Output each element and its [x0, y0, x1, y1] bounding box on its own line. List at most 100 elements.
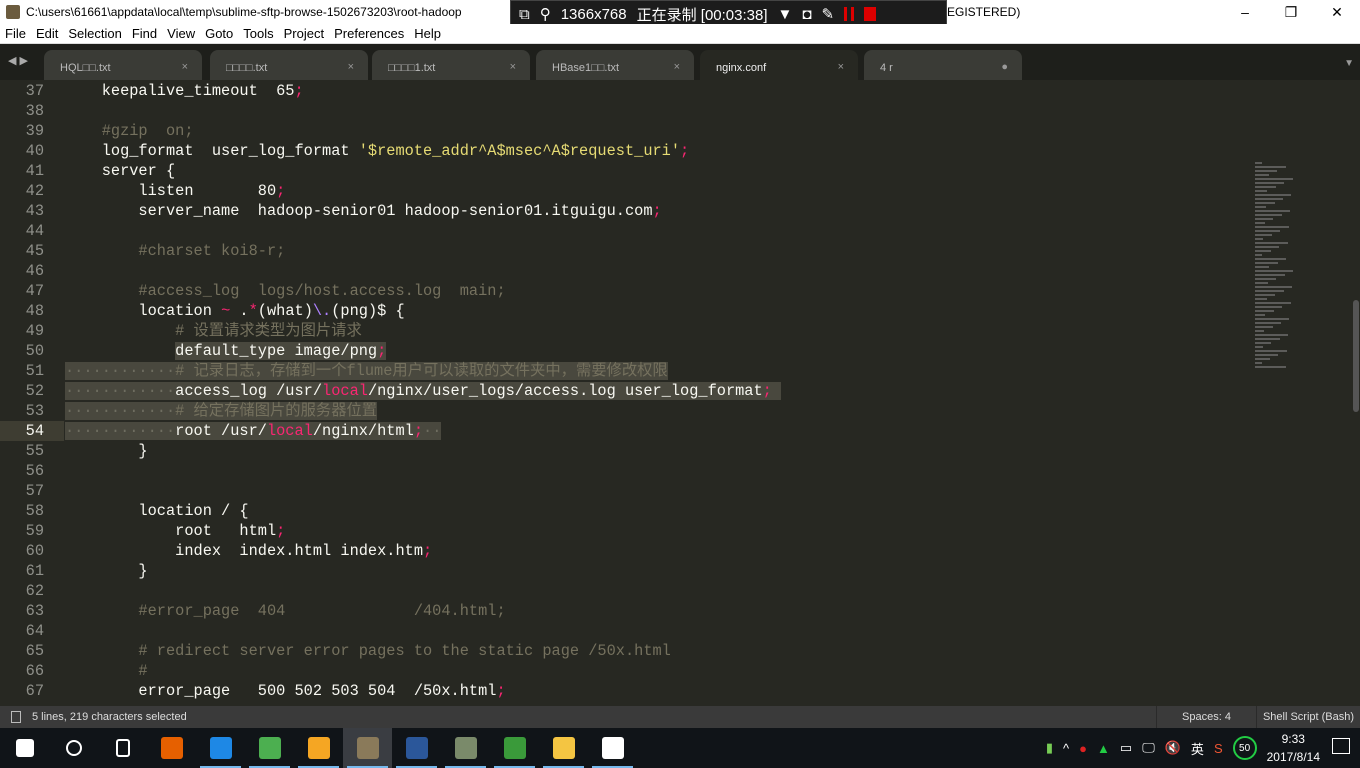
taskbar-app-img[interactable]: [441, 728, 490, 768]
code-line[interactable]: 38: [0, 101, 1250, 121]
tab[interactable]: HBase1□□.txt ×: [536, 50, 694, 80]
taskbar-cortana[interactable]: [49, 728, 98, 768]
battery-icon[interactable]: ▭: [1120, 740, 1132, 756]
code-line[interactable]: 43 server_name hadoop-senior01 hadoop-se…: [0, 201, 1250, 221]
tab-close-icon[interactable]: ×: [348, 61, 354, 73]
zoom-icon[interactable]: ⚲: [540, 5, 551, 23]
code-line[interactable]: 56: [0, 461, 1250, 481]
code-line[interactable]: 55 }: [0, 441, 1250, 461]
menu-file[interactable]: File: [0, 24, 31, 43]
menu-project[interactable]: Project: [279, 24, 329, 43]
clock[interactable]: 9:33 2017/8/14: [1267, 730, 1320, 766]
camera-icon[interactable]: ◘: [802, 6, 811, 23]
taskbar-start[interactable]: [0, 728, 49, 768]
window-icon[interactable]: ⧉: [519, 6, 530, 23]
code-line[interactable]: 51 ············# 记录日志，存储到一个flume用户可以读取的文件…: [0, 361, 1250, 381]
tab-modified-icon[interactable]: ●: [1001, 61, 1008, 73]
code-line[interactable]: 42 listen 80;: [0, 181, 1250, 201]
code-line[interactable]: 64: [0, 621, 1250, 641]
menu-edit[interactable]: Edit: [31, 24, 63, 43]
pause-icon[interactable]: [844, 7, 855, 21]
minimap[interactable]: [1255, 162, 1320, 372]
taskbar-photos[interactable]: [588, 728, 637, 768]
menu-preferences[interactable]: Preferences: [329, 24, 409, 43]
code-line[interactable]: 44: [0, 221, 1250, 241]
tab[interactable]: □□□□.txt ×: [210, 50, 368, 80]
upload-icon[interactable]: ▲: [1097, 741, 1110, 756]
panel-toggle-icon[interactable]: [11, 711, 21, 723]
tab[interactable]: nginx.conf ×: [700, 50, 858, 80]
code-line[interactable]: 58 location / {: [0, 501, 1250, 521]
code-line[interactable]: 45 #charset koi8-r;: [0, 241, 1250, 261]
network-icon[interactable]: 🖵: [1142, 740, 1155, 756]
menu-tools[interactable]: Tools: [238, 24, 278, 43]
code-line[interactable]: 63 #error_page 404 /404.html;: [0, 601, 1250, 621]
syntax-setting[interactable]: Shell Script (Bash): [1256, 706, 1360, 728]
taskbar-file-explorer[interactable]: [539, 728, 588, 768]
tray-badge[interactable]: 50: [1232, 736, 1257, 760]
code-line[interactable]: 37 keepalive_timeout 65;: [0, 81, 1250, 101]
dropdown-icon[interactable]: ▼: [778, 6, 793, 23]
code-line[interactable]: 41 server {: [0, 161, 1250, 181]
tab-close-icon[interactable]: ×: [674, 61, 680, 73]
close-button[interactable]: ✕: [1314, 0, 1360, 24]
scrollbar-thumb[interactable]: [1353, 300, 1359, 412]
code-line[interactable]: 54 ············root /usr/local/nginx/html…: [0, 421, 1250, 441]
record-icon[interactable]: ●: [1079, 741, 1087, 756]
taskbar-sublime-text[interactable]: [343, 728, 392, 768]
code-line[interactable]: 61 }: [0, 561, 1250, 581]
code-line[interactable]: 53 ············# 给定存储图片的服务器位置: [0, 401, 1250, 421]
tab-close-icon[interactable]: ×: [510, 61, 516, 73]
menu-help[interactable]: Help: [409, 24, 446, 43]
tab-close-icon[interactable]: ×: [838, 61, 844, 73]
menu-goto[interactable]: Goto: [200, 24, 238, 43]
code-line[interactable]: 57: [0, 481, 1250, 501]
code-line[interactable]: 39 #gzip on;: [0, 121, 1250, 141]
line-code: #charset koi8-r;: [65, 241, 285, 261]
tab-nav-arrows-icon[interactable]: ◀ ▶: [8, 54, 28, 67]
tab-close-icon[interactable]: ×: [182, 61, 188, 73]
taskbar-app-q[interactable]: [294, 728, 343, 768]
tab-dropdown-icon[interactable]: ▼: [1344, 58, 1354, 69]
taskbar-vc[interactable]: [490, 728, 539, 768]
tab[interactable]: 4 r ●: [864, 50, 1022, 80]
volume-muted-icon[interactable]: 🔇: [1165, 740, 1181, 756]
code-line[interactable]: 48 location ~ .*(what)\.(png)$ {: [0, 301, 1250, 321]
vertical-scrollbar[interactable]: [1352, 160, 1360, 706]
tray-expand-icon[interactable]: ^: [1063, 741, 1069, 756]
notification-center-icon[interactable]: [1332, 738, 1350, 754]
taskbar-firefox[interactable]: [147, 728, 196, 768]
menu-view[interactable]: View: [162, 24, 200, 43]
code-line[interactable]: 66 #: [0, 661, 1250, 681]
tab[interactable]: □□□□1.txt ×: [372, 50, 530, 80]
indentation-setting[interactable]: Spaces: 4: [1156, 706, 1256, 728]
tab[interactable]: HQL□□.txt ×: [44, 50, 202, 80]
menu-find[interactable]: Find: [127, 24, 162, 43]
ime-indicator[interactable]: 英: [1191, 739, 1204, 758]
taskbar-browser-e[interactable]: [245, 728, 294, 768]
code-line[interactable]: 59 root html;: [0, 521, 1250, 541]
usb-icon[interactable]: ▮: [1046, 740, 1053, 756]
code-line[interactable]: 65 # redirect server error pages to the …: [0, 641, 1250, 661]
pen-icon[interactable]: ✎: [821, 5, 834, 23]
code-line[interactable]: 50 default_type image/png;: [0, 341, 1250, 361]
sogou-icon[interactable]: S: [1214, 741, 1223, 756]
code-line[interactable]: 52 ············access_log /usr/local/ngin…: [0, 381, 1250, 401]
line-number: 67: [25, 682, 44, 700]
taskbar-task-view[interactable]: [98, 728, 147, 768]
taskbar-word[interactable]: [392, 728, 441, 768]
code-line[interactable]: 60 index index.html index.htm;: [0, 541, 1250, 561]
code-line[interactable]: 67 error_page 500 502 503 504 /50x.html;: [0, 681, 1250, 701]
code-editor[interactable]: 37 keepalive_timeout 65; 38 39 #gzip on; 40…: [0, 80, 1360, 706]
taskbar-app-m[interactable]: [196, 728, 245, 768]
code-line[interactable]: 49 # 设置请求类型为图片请求: [0, 321, 1250, 341]
code-line[interactable]: 62: [0, 581, 1250, 601]
menu-selection[interactable]: Selection: [63, 24, 126, 43]
maximize-button[interactable]: ❐: [1268, 0, 1314, 24]
minimize-button[interactable]: –: [1222, 0, 1268, 24]
code-line[interactable]: 47 #access_log logs/host.access.log main…: [0, 281, 1250, 301]
stop-icon[interactable]: [864, 7, 877, 21]
clock-time: 9:33: [1281, 732, 1305, 746]
code-line[interactable]: 46: [0, 261, 1250, 281]
code-line[interactable]: 40 log_format user_log_format '$remote_a…: [0, 141, 1250, 161]
